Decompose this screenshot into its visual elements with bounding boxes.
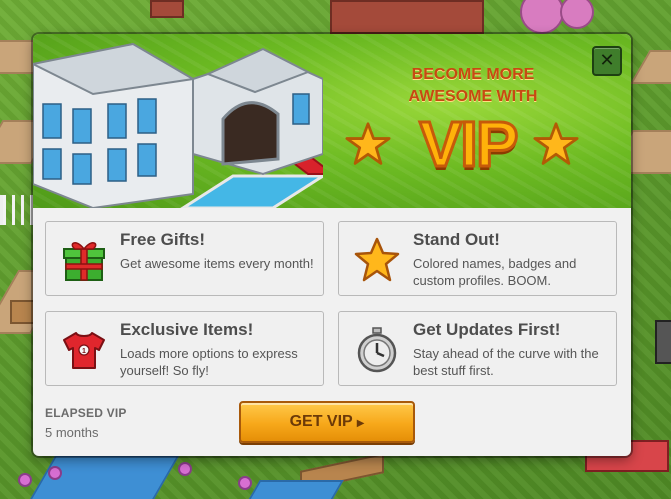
get-vip-label: GET VIP xyxy=(289,413,353,430)
elapsed-vip-label: ELAPSED VIP xyxy=(45,406,127,420)
svg-text:1: 1 xyxy=(82,348,86,355)
feature-title: Free Gifts! xyxy=(120,230,206,249)
play-arrow-icon: ▶ xyxy=(356,418,365,429)
vip-headline: BECOME MORE AWESOME WITH xyxy=(408,66,538,105)
vip-logo: VIP xyxy=(418,107,520,182)
close-button[interactable]: ✕ xyxy=(592,46,622,76)
close-icon: ✕ xyxy=(599,50,615,70)
mansion-illustration xyxy=(33,42,323,208)
feature-description: Colored names, badges and custom profile… xyxy=(413,256,577,288)
feature-card-get-updates-first: Get Updates First! Stay ahead of the cur… xyxy=(338,311,617,386)
feature-title: Exclusive Items! xyxy=(120,320,254,339)
feature-card-exclusive-items: 1 Exclusive Items! Loads more options to… xyxy=(45,311,324,386)
feature-description: Stay ahead of the curve with the best st… xyxy=(413,346,599,378)
get-vip-button[interactable]: GET VIP ▶ xyxy=(239,401,415,443)
gift-icon xyxy=(63,242,105,281)
feature-card-free-gifts: Free Gifts! Get awesome items every mont… xyxy=(45,221,324,296)
feature-card-stand-out: Stand Out! Colored names, badges and cus… xyxy=(338,221,617,296)
vip-banner: ✕ BECOME MORE AWESOME WITH VIP xyxy=(33,34,631,208)
star-icon xyxy=(354,237,400,282)
elapsed-vip-value: 5 months xyxy=(45,425,99,440)
stopwatch-icon xyxy=(357,327,397,373)
feature-description: Get awesome items every month! xyxy=(120,256,314,271)
star-icon xyxy=(533,122,579,165)
feature-description: Loads more options to express yourself! … xyxy=(120,346,298,378)
vip-dialog: ✕ BECOME MORE AWESOME WITH VIP Free Gift… xyxy=(33,34,631,456)
tshirt-icon: 1 xyxy=(63,332,105,369)
feature-title: Get Updates First! xyxy=(413,320,561,339)
star-icon xyxy=(345,122,391,165)
feature-title: Stand Out! xyxy=(413,230,500,249)
